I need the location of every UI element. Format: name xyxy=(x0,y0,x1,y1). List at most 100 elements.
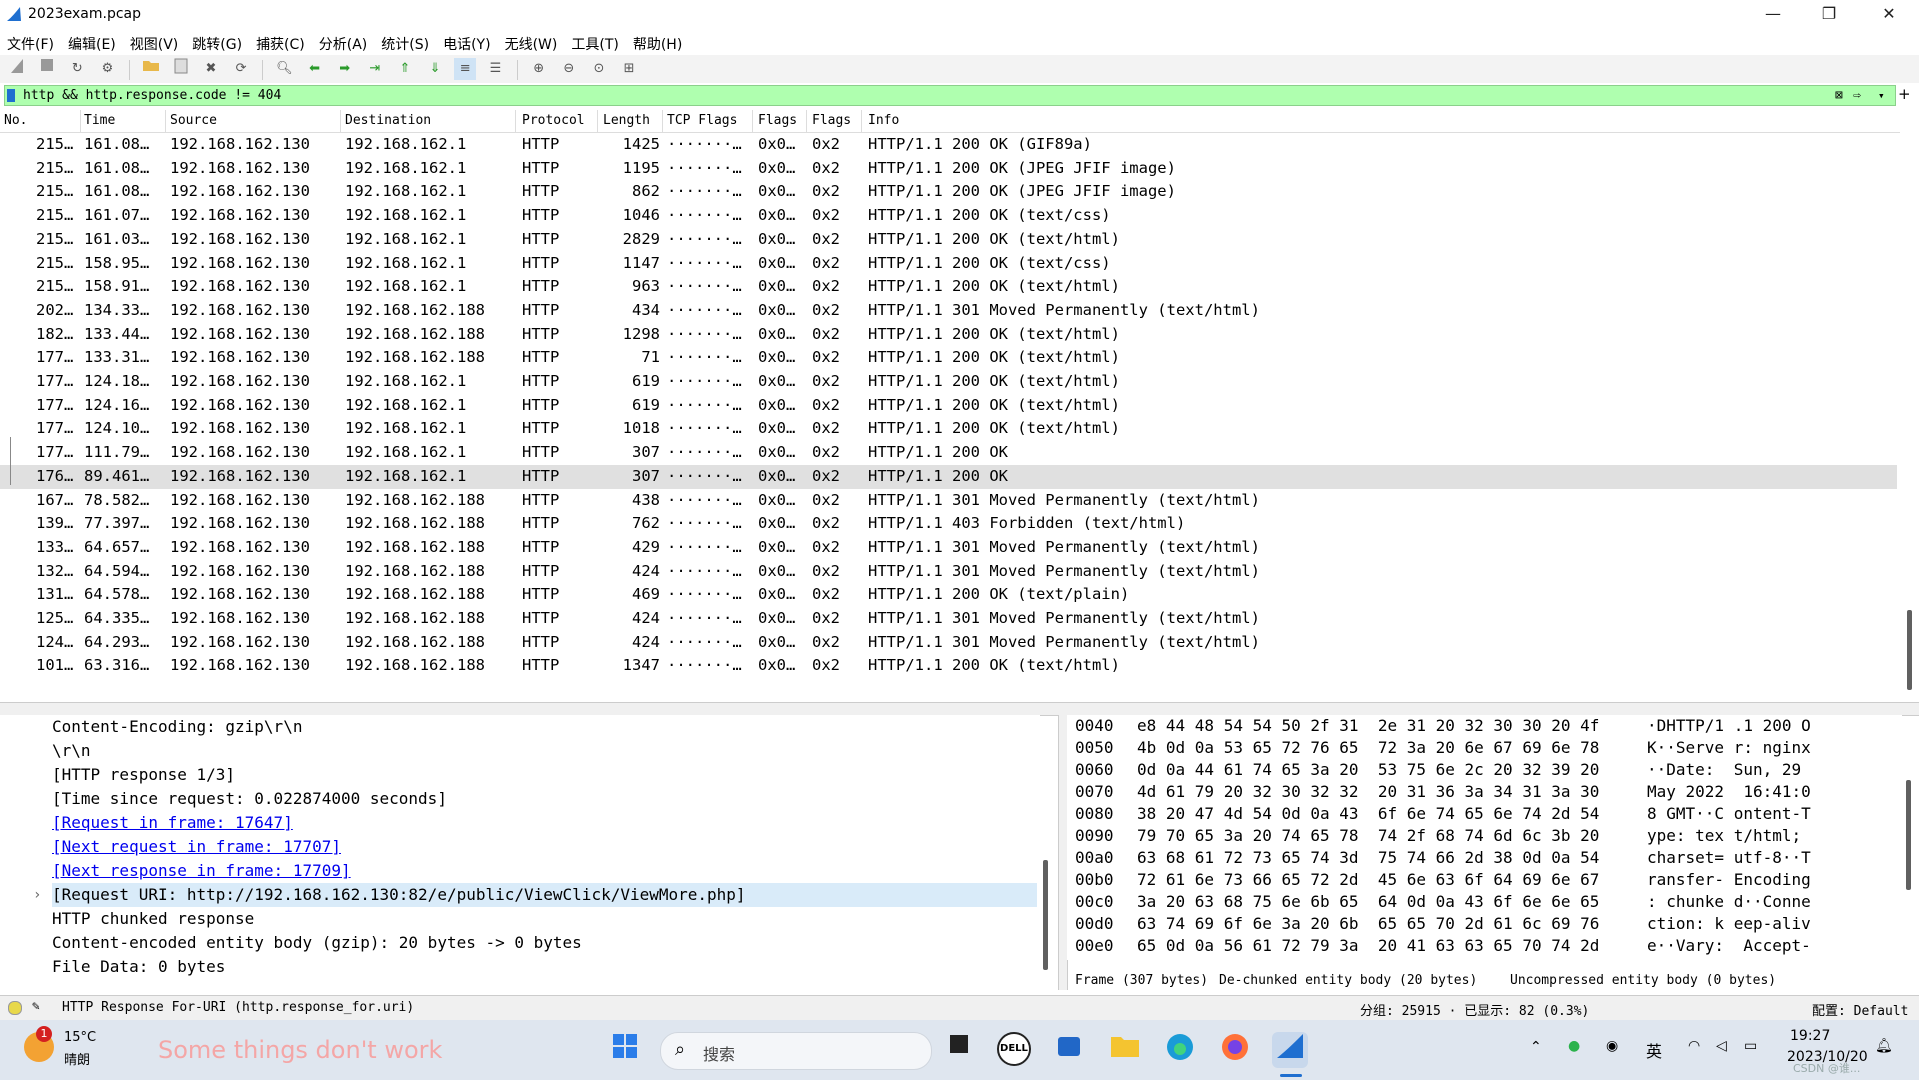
go-forward-icon[interactable]: ➡ xyxy=(334,58,356,80)
hex-ascii[interactable]: May 2022 16:41:0 xyxy=(1647,781,1811,803)
packet-row[interactable]: 215… 158.95… 192.168.162.130 192.168.162.1 H… xyxy=(0,252,1897,276)
close-file-icon[interactable]: ✖ xyxy=(200,58,222,80)
capture-options-icon[interactable]: ⚙ xyxy=(96,58,118,80)
hex-bytes[interactable]: 3a 20 63 68 75 6e 6b 65 64 0d 0a 43 6f 6… xyxy=(1137,891,1599,913)
close-button[interactable]: ✕ xyxy=(1861,0,1917,30)
clear-filter-icon[interactable]: ⊠ xyxy=(1835,86,1843,105)
open-file-icon[interactable] xyxy=(140,58,162,80)
packet-row[interactable]: 101… 63.316… 192.168.162.130 192.168.162.18… xyxy=(0,654,1897,678)
packet-row[interactable]: 215… 161.08… 192.168.162.130 192.168.162.1 H… xyxy=(0,180,1897,204)
menu-analyze[interactable]: 分析(A) xyxy=(312,30,375,54)
column-divider[interactable] xyxy=(662,110,663,132)
detail-line[interactable]: Content-Encoding: gzip\r\n xyxy=(52,715,302,739)
menu-telephony[interactable]: 电话(Y) xyxy=(436,30,497,54)
hex-bytes[interactable]: 38 20 47 4d 54 0d 0a 43 6f 6e 74 65 6e 7… xyxy=(1137,803,1599,825)
pane-splitter[interactable] xyxy=(0,702,1919,716)
column-header-no[interactable]: No. xyxy=(4,113,27,128)
hex-ascii[interactable]: e··Vary: Accept- xyxy=(1647,935,1811,957)
column-header-tcp-flags[interactable]: TCP Flags xyxy=(667,113,737,128)
clock-time[interactable]: 19:27 xyxy=(1790,1028,1830,1044)
menu-wireless[interactable]: 无线(W) xyxy=(498,30,565,54)
column-divider[interactable] xyxy=(752,110,753,132)
menu-capture[interactable]: 捕获(C) xyxy=(249,30,312,54)
reload-file-icon[interactable]: ⟳ xyxy=(230,58,252,80)
packet-row[interactable]: 132… 64.594… 192.168.162.130 192.168.162.18… xyxy=(0,560,1897,584)
column-divider[interactable] xyxy=(340,110,341,132)
tab-uncompressed-body[interactable]: Uncompressed entity body (0 bytes) xyxy=(1510,973,1776,988)
filter-history-dropdown-icon[interactable]: ▾ xyxy=(1878,86,1885,105)
column-header-source[interactable]: Source xyxy=(170,113,217,128)
battery-icon[interactable]: ▭ xyxy=(1744,1038,1757,1054)
packet-row[interactable]: 176… 89.461… 192.168.162.130 192.168.162.1 H… xyxy=(0,464,1897,489)
volume-icon[interactable]: ◁ xyxy=(1716,1038,1727,1054)
column-header-flags[interactable]: Flags xyxy=(758,113,797,128)
column-header-flags-2[interactable]: Flags xyxy=(812,113,851,128)
maximize-button[interactable]: ❐ xyxy=(1801,0,1857,30)
hex-ascii[interactable]: charset= utf-8··T xyxy=(1647,847,1811,869)
hex-bytes[interactable]: 63 68 61 72 73 65 74 3d 75 74 66 2d 38 0… xyxy=(1137,847,1599,869)
bookmark-icon[interactable] xyxy=(7,89,15,102)
qq-icon[interactable]: ◉ xyxy=(1606,1038,1618,1054)
packet-row[interactable]: 177… 133.31… 192.168.162.130 192.168.162.18… xyxy=(0,346,1897,370)
packet-row[interactable]: 177… 124.18… 192.168.162.130 192.168.162.1 H… xyxy=(0,370,1897,394)
hex-ascii[interactable]: 8 GMT··C ontent-T xyxy=(1647,803,1811,825)
hex-bytes[interactable]: 72 61 6e 73 66 65 72 2d 45 6e 63 6f 64 6… xyxy=(1137,869,1599,891)
packet-row[interactable]: 125… 64.335… 192.168.162.130 192.168.162.18… xyxy=(0,607,1897,631)
details-scroll-thumb[interactable] xyxy=(1043,860,1048,970)
packet-row[interactable]: 215… 161.08… 192.168.162.130 192.168.162.1 H… xyxy=(0,157,1897,181)
menu-help[interactable]: 帮助(H) xyxy=(626,30,689,54)
expand-chevron-icon[interactable]: › xyxy=(33,883,41,907)
packet-row[interactable]: 177… 124.16… 192.168.162.130 192.168.162.1 H… xyxy=(0,394,1897,418)
column-header-time[interactable]: Time xyxy=(84,113,115,128)
file-explorer-icon[interactable] xyxy=(1107,1032,1143,1068)
zoom-reset-icon[interactable]: ⊙ xyxy=(588,58,610,80)
taskbar-search-box[interactable]: ⌕ 搜索 xyxy=(660,1032,932,1070)
next-response-frame-link[interactable]: [Next response in frame: 17709] xyxy=(52,859,351,883)
next-request-frame-link[interactable]: [Next request in frame: 17707] xyxy=(52,835,341,859)
packet-row[interactable]: 202… 134.33… 192.168.162.130 192.168.162.18… xyxy=(0,299,1897,323)
packet-row[interactable]: 167… 78.582… 192.168.162.130 192.168.162.18… xyxy=(0,489,1897,513)
packet-row[interactable]: 215… 158.91… 192.168.162.130 192.168.162.1 H… xyxy=(0,275,1897,299)
start-capture-icon[interactable] xyxy=(6,58,28,80)
packet-row[interactable]: 215… 161.03… 192.168.162.130 192.168.162.1 H… xyxy=(0,228,1897,252)
display-filter-input[interactable]: http && http.response.code != 404 ⊠ ⇨ ▾ xyxy=(4,85,1896,106)
apply-filter-icon[interactable]: ⇨ xyxy=(1853,86,1861,105)
detail-line[interactable]: [Time since request: 0.022874000 seconds… xyxy=(52,787,447,811)
zoom-in-icon[interactable]: ⊕ xyxy=(528,58,550,80)
task-view-icon[interactable] xyxy=(942,1032,978,1068)
column-divider[interactable] xyxy=(861,110,862,132)
hex-ascii[interactable]: ··Date: Sun, 29 xyxy=(1647,759,1811,781)
colorize-icon[interactable]: ☰ xyxy=(484,58,506,80)
hex-bytes[interactable]: 63 74 69 6f 6e 3a 20 6b 65 65 70 2d 61 6… xyxy=(1137,913,1599,935)
menu-tools[interactable]: 工具(T) xyxy=(564,30,625,54)
column-divider[interactable] xyxy=(165,110,166,132)
hex-bytes[interactable]: 0d 0a 44 61 74 65 3a 20 53 75 6e 2c 20 3… xyxy=(1137,759,1599,781)
menu-file[interactable]: 文件(F) xyxy=(0,30,61,54)
packet-row[interactable]: 177… 111.79… 192.168.162.130 192.168.162.1 H… xyxy=(0,441,1897,465)
stop-capture-icon[interactable] xyxy=(36,58,58,80)
store-icon[interactable] xyxy=(1051,1032,1087,1068)
hex-ascii[interactable]: ction: k eep-aliv xyxy=(1647,913,1811,935)
tab-dechunked-body[interactable]: De-chunked entity body (20 bytes) xyxy=(1219,973,1477,988)
hex-bytes[interactable]: 4b 0d 0a 53 65 72 76 65 72 3a 20 6e 67 6… xyxy=(1137,737,1599,759)
resize-columns-icon[interactable]: ⊞ xyxy=(618,58,640,80)
weather-temp[interactable]: 15°C xyxy=(64,1030,96,1045)
packet-row[interactable]: 133… 64.657… 192.168.162.130 192.168.162.18… xyxy=(0,536,1897,560)
packet-list-scroll-thumb[interactable] xyxy=(1907,610,1912,690)
hex-bytes[interactable]: 65 0d 0a 56 61 72 79 3a 20 41 63 63 65 7… xyxy=(1137,935,1599,957)
edit-comment-icon[interactable]: ✎ xyxy=(32,999,40,1014)
show-hidden-icons-icon[interactable]: ⌃ xyxy=(1530,1039,1542,1055)
find-packet-icon[interactable]: 🔍︎ xyxy=(273,58,295,80)
column-header-length[interactable]: Length xyxy=(603,113,650,128)
detail-line[interactable]: \r\n xyxy=(52,739,91,763)
save-file-icon[interactable] xyxy=(170,58,192,80)
hex-bytes[interactable]: 79 70 65 3a 20 74 65 78 74 2f 68 74 6d 6… xyxy=(1137,825,1599,847)
packet-row[interactable]: 182… 133.44… 192.168.162.130 192.168.162.18… xyxy=(0,323,1897,347)
column-header-destination[interactable]: Destination xyxy=(345,113,431,128)
packet-row[interactable]: 131… 64.578… 192.168.162.130 192.168.162.18… xyxy=(0,583,1897,607)
firefox-icon[interactable] xyxy=(1217,1032,1253,1068)
restart-capture-icon[interactable]: ↻ xyxy=(66,58,88,80)
packet-row[interactable]: 124… 64.293… 192.168.162.130 192.168.162.18… xyxy=(0,631,1897,655)
status-profile[interactable]: 配置: Default xyxy=(1812,1000,1908,1019)
column-divider[interactable] xyxy=(597,110,598,132)
